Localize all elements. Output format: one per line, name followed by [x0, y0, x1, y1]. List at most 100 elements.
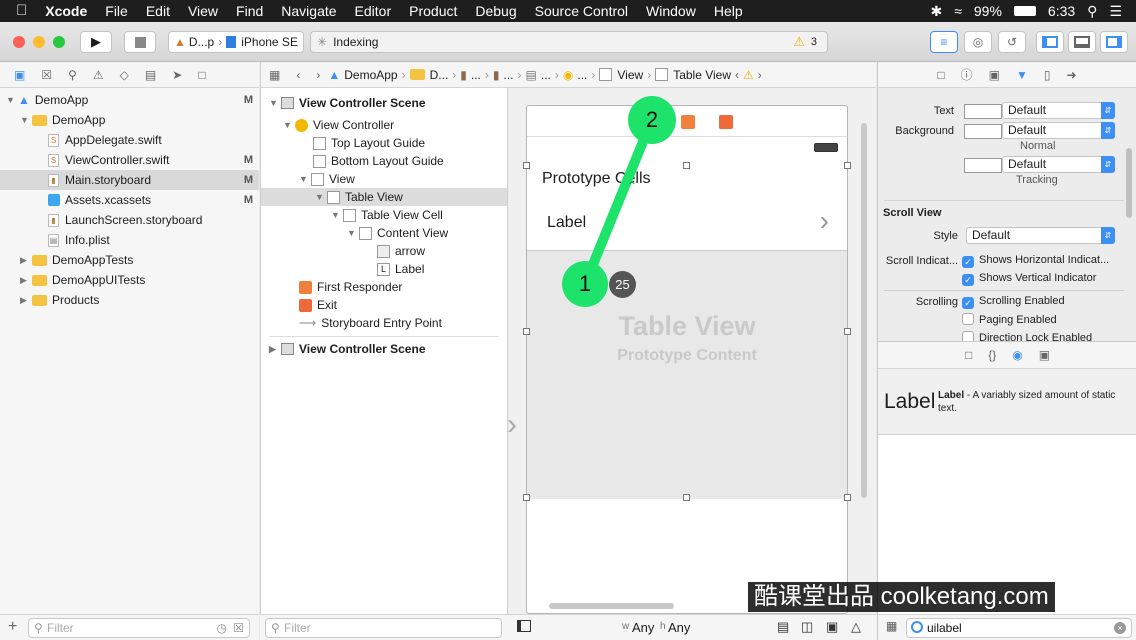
recent-files-icon[interactable]: ◷ [217, 619, 227, 637]
related-items-icon[interactable]: ▦ [261, 68, 288, 82]
jump-storyboard[interactable]: ... [471, 68, 481, 82]
object-library-icon[interactable]: ◉ [1004, 348, 1030, 362]
jump-group[interactable]: D... [430, 68, 449, 82]
back-icon[interactable]: ‹ [288, 68, 308, 82]
canvas-scrollbar[interactable] [861, 123, 867, 498]
vertical-indicator-checkbox[interactable]: ✓ Shows Vertical Indicator [962, 272, 1096, 286]
toggle-debug-button[interactable] [1068, 31, 1096, 53]
library-search-input[interactable]: uilabel × [906, 618, 1132, 638]
scm-filter-icon[interactable]: ☒ [233, 619, 244, 637]
battery-percent[interactable]: 99% [974, 3, 1002, 19]
resolve-icon[interactable]: △ [851, 619, 861, 635]
nav-item-infoplist[interactable]: ▤ Info.plist [48, 230, 259, 250]
menu-product[interactable]: Product [400, 0, 466, 22]
direction-lock-checkbox[interactable]: Direction Lock Enabled [962, 331, 1092, 341]
outline-filter-input[interactable]: ⚲ Filter [265, 618, 502, 638]
library-item-label[interactable]: Label Label - A variably sized amount of… [878, 369, 1136, 435]
wifi-icon[interactable]: ≈ [954, 3, 962, 19]
next-issue-icon[interactable]: › [754, 68, 766, 82]
style-popup[interactable]: Default ⇵ [966, 227, 1115, 244]
toggle-outline-icon[interactable] [517, 620, 531, 632]
menu-help[interactable]: Help [705, 0, 752, 22]
warning-icon[interactable]: ⚠ [793, 34, 805, 50]
jump-table-view[interactable]: Table View [673, 68, 731, 82]
align-icon[interactable]: ◫ [801, 619, 813, 635]
file-inspector-icon[interactable]: □ [929, 68, 952, 82]
breakpoint-nav-icon[interactable]: ➤ [164, 68, 190, 82]
media-library-icon[interactable]: ▣ [1031, 348, 1058, 362]
canvas-hscrollbar[interactable] [549, 603, 674, 609]
menu-xcode[interactable]: Xcode [36, 0, 96, 22]
scheme-selector[interactable]: ▲ D...p › iPhone SE [168, 31, 304, 53]
minimize-window-button[interactable] [33, 36, 45, 48]
connections-inspector-icon[interactable]: ➜ [1059, 68, 1085, 82]
assistant-editor-button[interactable]: ◎ [964, 31, 992, 53]
run-button[interactable]: ▶ [80, 31, 112, 53]
warning-count[interactable]: 3 [811, 36, 817, 48]
forward-icon[interactable]: › [308, 68, 328, 82]
menu-file[interactable]: File [96, 0, 137, 22]
code-snippet-icon[interactable]: {} [980, 348, 1004, 362]
nav-item-assets[interactable]: Assets.xcassets M [48, 190, 259, 210]
outline-view[interactable]: ▼ View [299, 170, 355, 188]
menu-find[interactable]: Find [227, 0, 272, 22]
highlight-color-swatch[interactable] [964, 158, 1002, 173]
outline-scene[interactable]: ▼ View Controller Scene [269, 94, 426, 112]
stack-icon[interactable]: ▤ [777, 619, 789, 635]
outline-top-layout-guide[interactable]: Top Layout Guide [313, 134, 425, 152]
jump-controller[interactable]: ... [577, 68, 587, 82]
jump-project[interactable]: DemoApp [344, 68, 397, 82]
zoom-window-button[interactable] [53, 36, 65, 48]
add-icon[interactable]: + [8, 618, 17, 636]
debug-nav-icon[interactable]: ▤ [137, 68, 164, 82]
clear-search-icon[interactable]: × [1114, 622, 1126, 634]
toggle-utilities-button[interactable] [1100, 31, 1128, 53]
bluetooth-icon[interactable]: ✱ [930, 3, 942, 20]
attributes-inspector-icon[interactable]: ▼ [1008, 68, 1036, 82]
highlight-color-popup[interactable]: Default ⇵ [1002, 156, 1115, 173]
symbol-nav-icon[interactable]: ☒ [33, 68, 60, 82]
menu-window[interactable]: Window [637, 0, 705, 22]
file-template-icon[interactable]: □ [957, 348, 980, 362]
outline-scene-2[interactable]: ▶ View Controller Scene [269, 340, 426, 358]
nav-item-uitests[interactable]: ▶ DemoAppUITests [20, 270, 259, 290]
outline-first-responder[interactable]: First Responder [299, 278, 402, 296]
menu-view[interactable]: View [179, 0, 227, 22]
background-color-popup[interactable]: Default ⇵ [1002, 122, 1115, 139]
background-color-swatch[interactable] [964, 124, 1002, 139]
outline-bottom-layout-guide[interactable]: Bottom Layout Guide [313, 152, 444, 170]
scrolling-enabled-checkbox[interactable]: ✓ Scrolling Enabled [962, 295, 1065, 309]
nav-item-project[interactable]: ▼ ▲ DemoApp M [6, 90, 259, 110]
outline-table-view[interactable]: ▼ Table View [261, 188, 507, 206]
toggle-navigator-button[interactable] [1036, 31, 1064, 53]
battery-icon[interactable] [1013, 6, 1036, 16]
folder-nav-icon[interactable]: ▣ [0, 68, 33, 82]
outline-content-view[interactable]: ▼ Content View [347, 224, 448, 242]
grid-view-icon[interactable]: ▦ [886, 619, 897, 633]
nav-item-group[interactable]: ▼ DemoApp [20, 110, 259, 130]
paging-enabled-checkbox[interactable]: Paging Enabled [962, 313, 1057, 326]
inspector-scrollbar[interactable] [1126, 148, 1132, 218]
text-color-popup[interactable]: Default ⇵ [1002, 102, 1115, 119]
help-inspector-icon[interactable]: ⓘ [953, 66, 981, 83]
menu-debug[interactable]: Debug [466, 0, 525, 22]
outline-exit[interactable]: Exit [299, 296, 337, 314]
outline-table-view-cell[interactable]: ▼ Table View Cell [331, 206, 443, 224]
identity-inspector-icon[interactable]: ▣ [981, 68, 1008, 82]
size-class-height[interactable]: Any [668, 620, 690, 635]
standard-editor-button[interactable]: ≡ [930, 31, 958, 53]
version-editor-button[interactable]: ↺ [998, 31, 1026, 53]
nav-item-tests[interactable]: ▶ DemoAppTests [20, 250, 259, 270]
outline-view-controller[interactable]: ▼ View Controller [283, 116, 394, 134]
outline-entry-point[interactable]: ⟶ Storyboard Entry Point [299, 314, 442, 332]
close-window-button[interactable] [13, 36, 25, 48]
nav-item-main-storyboard[interactable]: ▮ Main.storyboard M [0, 170, 259, 190]
jump-base[interactable]: ... [504, 68, 514, 82]
size-inspector-icon[interactable]: ▯ [1036, 68, 1059, 82]
issue-nav-icon[interactable]: ⚠ [85, 68, 112, 82]
horizontal-indicator-checkbox[interactable]: ✓ Shows Horizontal Indicat... [962, 254, 1109, 268]
text-color-swatch[interactable] [964, 104, 1002, 119]
outline-label-item[interactable]: L Label [377, 260, 424, 278]
search-icon[interactable]: ⚲ [1087, 3, 1097, 20]
search-nav-icon[interactable]: ⚲ [60, 68, 85, 82]
